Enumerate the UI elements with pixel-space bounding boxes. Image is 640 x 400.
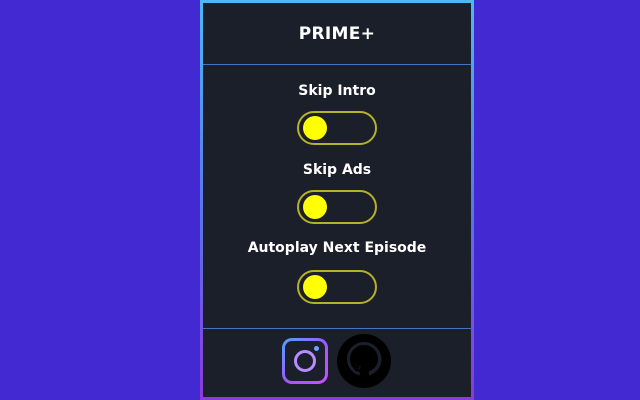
instagram-dot (314, 346, 319, 351)
footer (203, 333, 471, 389)
header: PRIME+ (203, 3, 471, 65)
option-autoplay-next: Autoplay Next Episode (203, 240, 471, 304)
footer-divider (203, 328, 471, 329)
autoplay-next-label: Autoplay Next Episode (247, 240, 427, 256)
instagram-icon[interactable] (282, 338, 328, 384)
option-skip-intro: Skip Intro (203, 83, 471, 145)
toggle-knob (303, 195, 327, 219)
github-icon[interactable] (336, 333, 392, 389)
skip-intro-toggle[interactable] (297, 111, 377, 145)
toggle-knob (303, 275, 327, 299)
option-skip-ads: Skip Ads (203, 162, 471, 224)
popup-panel: PRIME+ Skip Intro Skip Ads Autoplay Next… (200, 0, 474, 400)
skip-ads-label: Skip Ads (302, 162, 372, 178)
skip-intro-label: Skip Intro (298, 83, 376, 99)
skip-ads-toggle[interactable] (297, 190, 377, 224)
instagram-lens (294, 350, 316, 372)
toggle-knob (303, 116, 327, 140)
app-title: PRIME+ (298, 23, 376, 44)
autoplay-next-toggle[interactable] (297, 270, 377, 304)
